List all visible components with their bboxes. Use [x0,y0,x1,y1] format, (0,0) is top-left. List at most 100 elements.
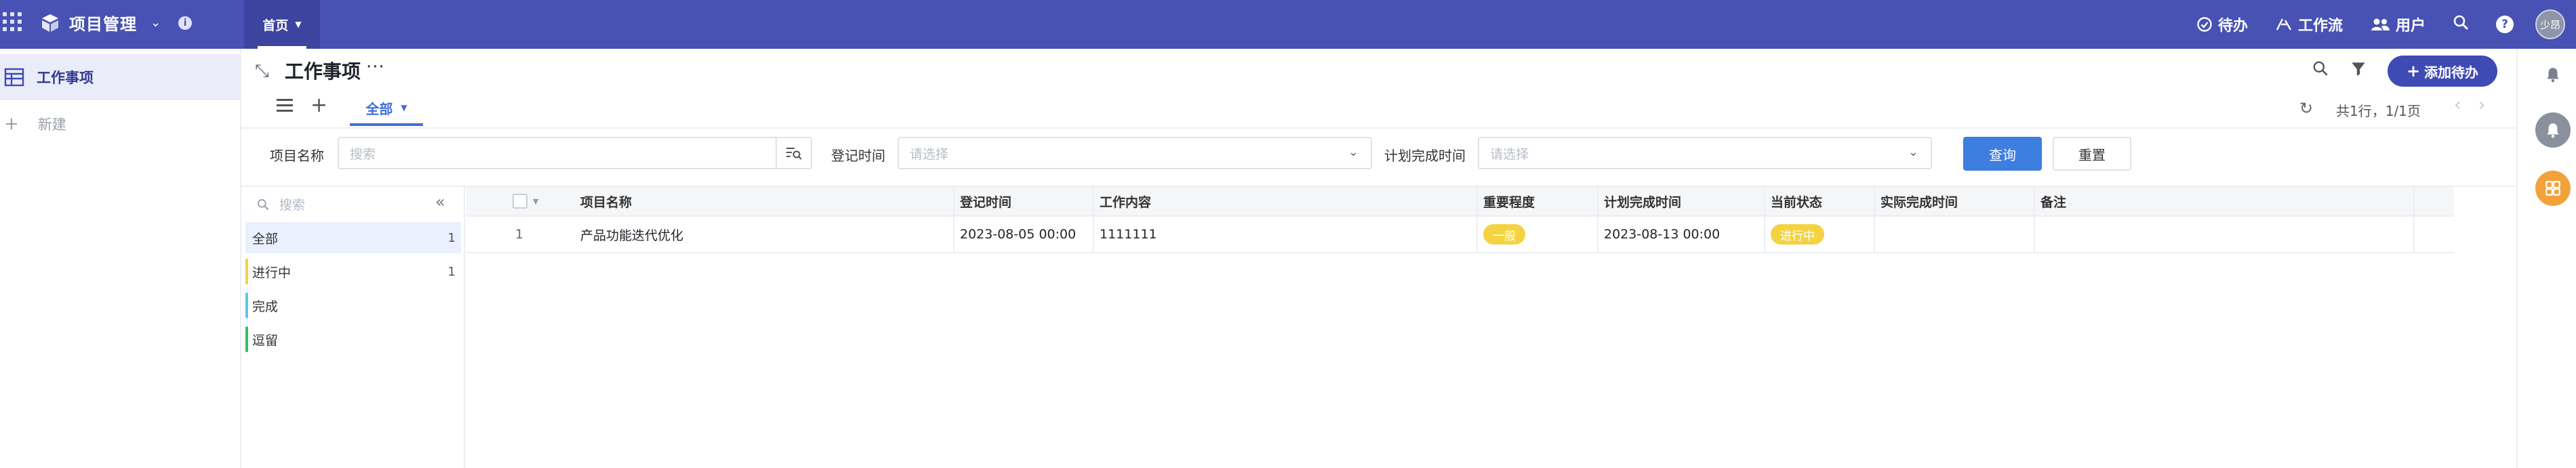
status-item-all[interactable]: 全部 1 [245,222,461,253]
status-item-label: 完成 [252,299,279,314]
table-header-row: ▼ 项目名称 登记时间 工作内容 重要程度 计划完成时间 当前状态 实际完成时间… [466,187,2454,217]
status-item-done[interactable]: 完成 [245,290,461,321]
planned-time-select[interactable]: 请选择 ⌄ [1478,137,1932,169]
notification-bell-icon[interactable] [2535,57,2571,92]
todo-link[interactable]: 待办 [2196,14,2248,35]
column-header[interactable]: 计划完成时间 [1598,187,1765,215]
reset-button[interactable]: 重置 [2053,137,2131,171]
alert-bell-icon[interactable] [2535,112,2571,148]
chevron-down-icon[interactable]: ⌄ [150,16,161,30]
tab-home[interactable]: 首页 ▼ [244,0,320,49]
query-button[interactable]: 查询 [1963,137,2042,171]
priority-tag: 一般 [1483,224,1525,244]
info-icon[interactable]: i [178,16,193,30]
pagination-summary: 共1行，1/1页 [2336,103,2421,119]
app-title: 项目管理 [69,15,137,34]
users-icon [2371,18,2390,30]
users-link[interactable]: 用户 [2370,14,2426,35]
add-todo-label: 添加待办 [2424,64,2479,81]
search-icon [258,198,269,210]
sidebar-item-work-items[interactable]: 工作事项 [0,54,240,100]
cell-content[interactable]: 1111111 [1094,217,1478,252]
plus-icon: + [2406,62,2421,81]
filter-icon[interactable] [2350,60,2367,80]
register-time-placeholder: 请选择 [910,146,949,162]
status-item-count: 1 [447,230,456,245]
add-view-icon[interactable]: + [310,93,327,117]
project-name-label: 项目名称 [270,148,324,164]
todo-label: 待办 [2217,18,2248,35]
status-color-bar [245,326,248,352]
chevron-down-icon: ⌄ [1348,145,1359,159]
status-color-bar [245,293,248,318]
cell-actual-time[interactable] [1875,217,2035,252]
planned-time-placeholder: 请选择 [1490,146,1529,162]
help-icon[interactable]: ? [2496,16,2514,33]
refresh-icon[interactable]: ↻ [2299,99,2313,118]
status-item-in-progress[interactable]: 进行中 1 [245,256,461,287]
status-search-placeholder: 搜索 [279,198,306,213]
prev-page-icon[interactable]: ‹ [2454,95,2461,115]
status-color-bar [245,259,248,284]
project-name-search-input[interactable]: 搜索 [338,137,812,169]
expand-icon[interactable]: ⤡ [255,61,269,82]
cell-remark[interactable] [2035,217,2415,252]
workflow-link[interactable]: 工作流 [2275,14,2343,35]
divider [241,127,2516,129]
column-header[interactable]: 工作内容 [1094,187,1478,215]
search-icon[interactable] [2453,14,2469,35]
avatar[interactable]: 少昂 [2535,9,2565,39]
column-header[interactable]: 备注 [2035,187,2415,215]
status-search-input[interactable]: 搜索 [256,195,305,213]
workflow-label: 工作流 [2297,18,2343,35]
cell-priority[interactable]: 一般 [1478,217,1598,252]
apps-widget-icon[interactable] [2535,171,2571,206]
column-header[interactable]: 重要程度 [1478,187,1598,215]
table-row[interactable]: 1 产品功能迭代优化 2023-08-05 00:00 1111111 一般 2… [466,217,2454,253]
status-item-stalled[interactable]: 逗留 [245,324,461,355]
top-navigation-bar: 项目管理 ⌄ i 首页 ▼ 待办 工作流 用户 ? 少昂 [0,0,2576,49]
column-header[interactable]: 当前状态 [1765,187,1875,215]
check-circle-icon [2197,17,2212,32]
status-tag: 进行中 [1771,224,1824,244]
register-time-select[interactable]: 请选择 ⌄ [898,137,1372,169]
app-grid-icon[interactable] [3,12,22,31]
app-switcher[interactable]: 项目管理 ⌄ i [39,11,193,35]
column-header[interactable]: 登记时间 [954,187,1094,215]
register-time-label: 登记时间 [831,148,885,164]
more-icon[interactable]: ··· [366,57,385,77]
tab-all-label: 全部 [365,100,393,117]
cell-planned-time[interactable]: 2023-08-13 00:00 [1598,217,1765,252]
add-todo-button[interactable]: + 添加待办 [2388,56,2497,87]
row-index: 1 [515,227,524,242]
sidebar-new-button[interactable]: + 新建 [4,114,66,134]
next-page-icon[interactable]: › [2478,95,2485,115]
caret-down-icon: ▼ [295,20,302,29]
status-item-label: 进行中 [252,265,291,280]
status-filter-panel: 搜索 « 全部 1 进行中 1 完成 逗留 [241,187,465,468]
select-all-checkbox[interactable] [512,194,527,209]
cell-project-name[interactable]: 产品功能迭代优化 [575,217,954,252]
cell-status[interactable]: 进行中 [1765,217,1875,252]
workflow-icon [2276,18,2292,30]
list-view-icon[interactable] [277,99,293,115]
status-item-count: 1 [447,264,456,279]
chevron-down-icon: ⌄ [1908,145,1918,159]
search-icon[interactable] [2312,60,2329,82]
caret-down-icon: ▼ [401,103,407,112]
users-label: 用户 [2395,18,2426,35]
column-header[interactable]: 实际完成时间 [1875,187,2035,215]
left-sidebar: 工作事项 + 新建 [0,49,241,468]
tab-all[interactable]: 全部 ▼ [350,89,423,126]
collapse-panel-icon[interactable]: « [435,192,445,211]
column-header[interactable]: 项目名称 [575,187,954,215]
project-name-placeholder: 搜索 [350,146,376,162]
list-search-icon[interactable] [776,138,811,168]
sidebar-new-label: 新建 [37,116,66,133]
planned-time-label: 计划完成时间 [1384,148,1466,164]
table-icon [4,68,24,87]
sidebar-item-label: 工作事项 [37,70,94,86]
status-item-label: 全部 [252,231,279,247]
caret-down-icon[interactable]: ▼ [533,197,538,206]
cell-register-time[interactable]: 2023-08-05 00:00 [954,217,1094,252]
